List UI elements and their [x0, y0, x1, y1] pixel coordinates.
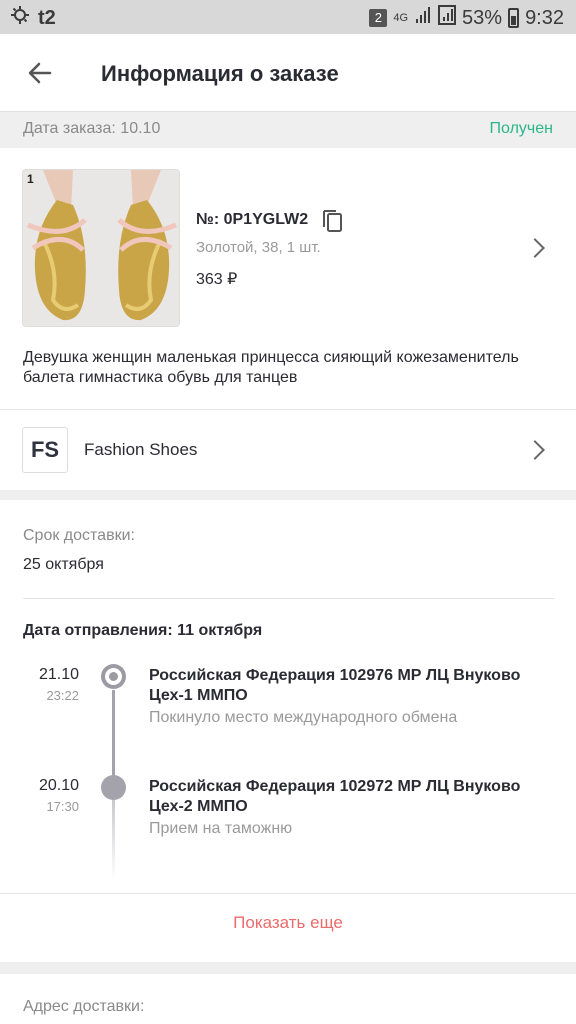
event-time: 17:30 — [46, 799, 79, 814]
store-name: Fashion Shoes — [84, 440, 198, 459]
timeline-line — [112, 690, 115, 778]
event-date: 21.10 — [38, 666, 79, 683]
clock: 9:32 — [525, 6, 564, 29]
address-label: Адрес доставки: — [23, 998, 145, 1015]
address-section: Адрес доставки: — [0, 974, 576, 1024]
notification-icon — [10, 5, 32, 31]
status-bar: t2 2 4G 53% 9:32 — [0, 0, 576, 34]
order-number-row: №: 0P1YGLW2 — [196, 207, 344, 233]
product-card[interactable]: 1 №: 0P1YGLW2 Золотой, 38, 1 шт. 363 ₽ Д… — [0, 148, 576, 410]
signal-icon-2 — [438, 5, 457, 31]
event-subtitle: Прием на таможню — [149, 820, 293, 837]
section-divider — [0, 962, 576, 974]
signal-icon — [414, 5, 432, 31]
product-image[interactable]: 1 — [22, 169, 180, 327]
sim-badge: 2 — [369, 9, 388, 27]
section-divider — [0, 490, 576, 500]
product-variant: Золотой, 38, 1 шт. — [196, 239, 321, 256]
delivery-term-label: Срок доставки: — [23, 527, 135, 544]
event-title: Российская Федерация 102976 МР ЛЦ Внуков… — [149, 667, 521, 704]
app-bar: Информация о заказе — [0, 34, 576, 112]
event-time: 23:22 — [46, 688, 79, 703]
timeline-line — [112, 800, 115, 880]
chevron-right-icon[interactable] — [525, 238, 545, 258]
event-subtitle: Покинуло место международного обмена — [149, 709, 458, 726]
delivery-section: Срок доставки: 25 октября Дата отправлен… — [0, 500, 576, 962]
delivery-term-value: 25 октября — [23, 556, 104, 573]
quantity-badge: 1 — [27, 172, 34, 186]
order-date: Дата заказа: 10.10 — [23, 120, 161, 137]
timeline-dot — [101, 775, 126, 800]
store-logo: FS — [22, 427, 68, 473]
timeline-current-dot — [101, 664, 126, 689]
product-price: 363 ₽ — [196, 271, 238, 288]
page-title: Информация о заказе — [101, 61, 339, 86]
chevron-right-icon[interactable] — [525, 440, 545, 460]
show-more-button[interactable]: Показать еще — [0, 913, 576, 933]
divider — [0, 893, 576, 894]
divider — [23, 598, 554, 599]
battery-percent: 53% — [462, 6, 503, 29]
network-type: 4G — [393, 12, 409, 24]
carrier-label: t2 — [38, 6, 56, 29]
ship-date: Дата отправления: 11 октября — [23, 622, 263, 639]
order-date-bar: Дата заказа: 10.10 Получен — [0, 112, 576, 148]
product-description: Девушка женщин маленькая принцесса сияющ… — [23, 349, 519, 386]
order-status: Получен — [489, 120, 553, 137]
battery-icon — [508, 8, 520, 28]
event-date: 20.10 — [38, 777, 79, 794]
event-title: Российская Федерация 102972 МР ЛЦ Внуков… — [149, 778, 521, 815]
order-number: №: 0P1YGLW2 — [196, 211, 309, 228]
copy-icon[interactable] — [320, 207, 344, 233]
store-row[interactable]: FS Fashion Shoes — [0, 410, 576, 490]
back-arrow-icon[interactable] — [22, 55, 58, 91]
